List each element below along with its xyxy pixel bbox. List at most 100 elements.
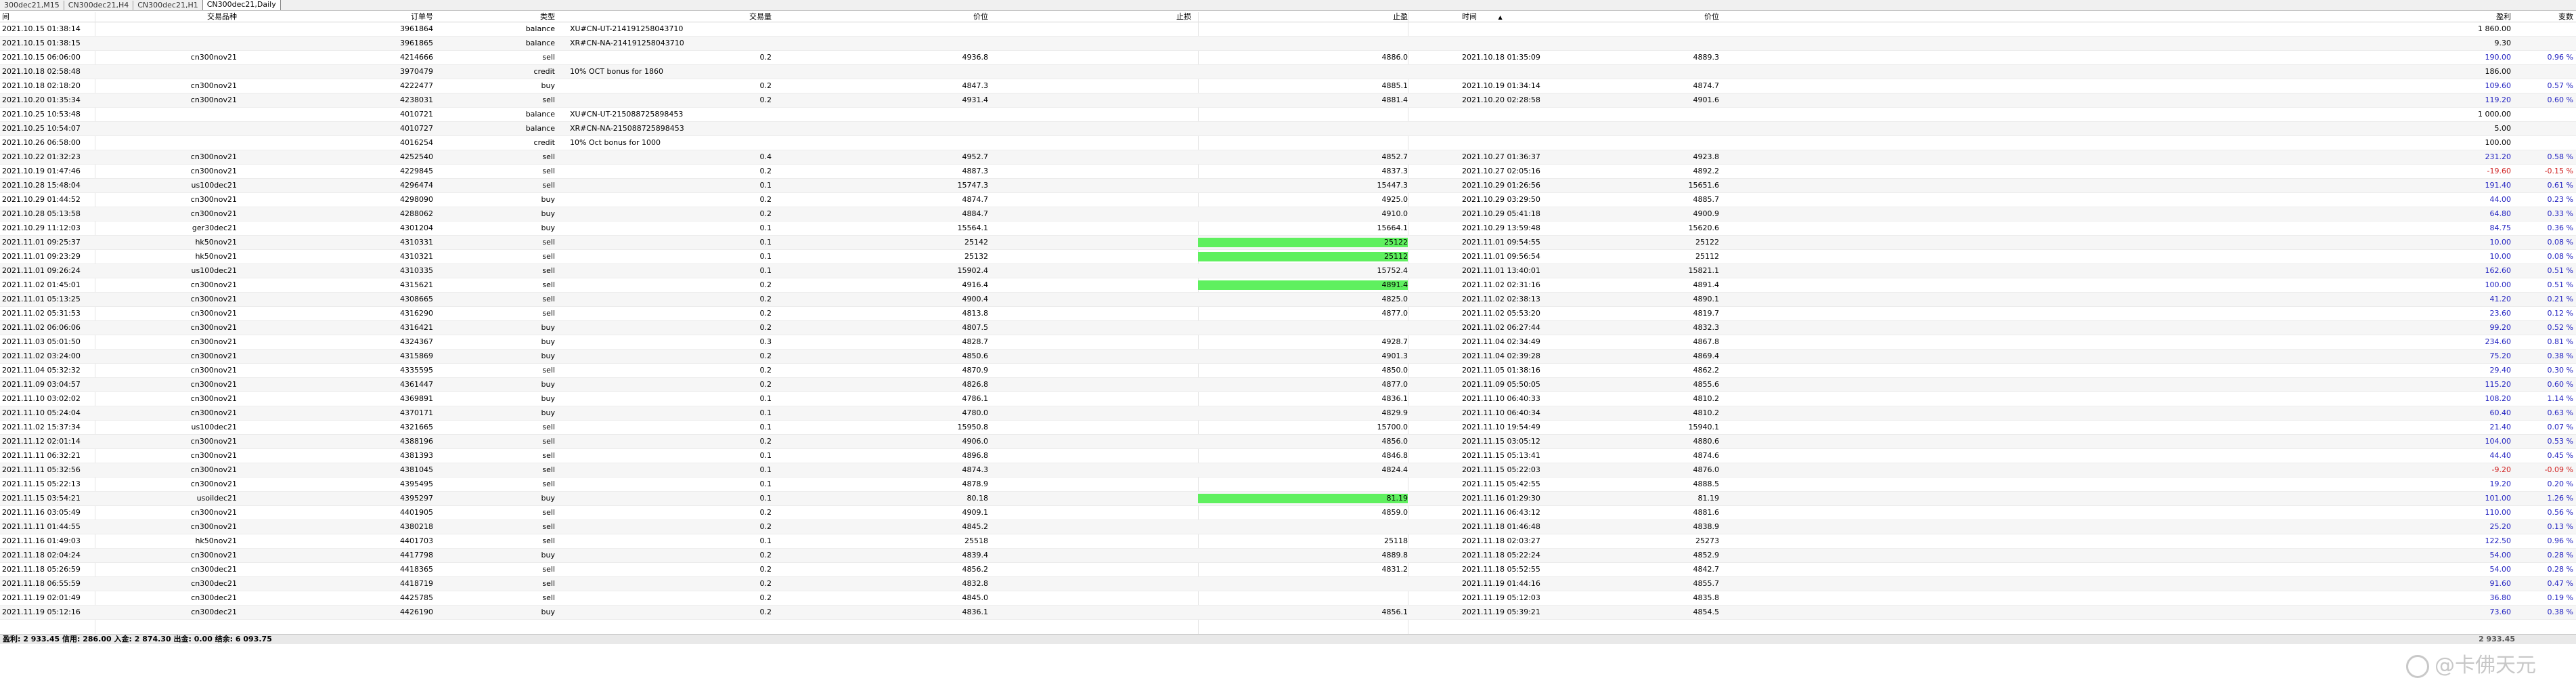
profit-cell: 44.40 (2489, 451, 2512, 460)
table-row[interactable]: 2021.10.25 10:54:07 4010727 balance XR#CN-N… (0, 122, 2576, 136)
type-cell: sell (542, 252, 555, 261)
header-profit[interactable]: 盈利 (2166, 12, 2511, 22)
tp-cell: 4885.1 (1381, 81, 1408, 90)
header-sl[interactable]: 止损 (988, 12, 1191, 22)
type-cell: buy (541, 352, 555, 360)
table-row[interactable]: 2021.11.18 06:55:59 cn300dec21 4418719 sell… (0, 577, 2576, 591)
close-price-cell: 4867.8 (1693, 337, 1720, 346)
symbol-cell: cn300nov21 (190, 437, 237, 446)
type-cell: balance (525, 124, 555, 133)
change-cell: 0.45 % (2547, 451, 2573, 460)
table-row[interactable]: 2021.10.22 01:32:23 cn300nov21 4252540 sell… (0, 150, 2576, 165)
type-cell: credit (533, 67, 555, 76)
table-row[interactable]: 2021.11.02 06:06:06 cn300nov21 4316421 buy 0… (0, 321, 2576, 335)
table-row[interactable]: 2021.11.12 02:01:14 cn300nov21 4388196 sell… (0, 435, 2576, 449)
type-cell: sell (542, 423, 555, 431)
price-cell: 4850.6 (962, 352, 989, 360)
sl-cell (988, 209, 1191, 219)
profit-cell: 109.60 (2485, 81, 2512, 90)
table-row[interactable]: 2021.10.15 06:06:00 cn300nov21 4214666 sell… (0, 51, 2576, 65)
close-price-cell: 4855.6 (1693, 380, 1720, 389)
profit-cell: 44.00 (2489, 195, 2512, 204)
table-row[interactable]: 2021.11.02 01:45:01 cn300nov21 4315621 sell… (0, 278, 2576, 293)
close-price-cell: 4810.2 (1693, 408, 1720, 417)
table-row[interactable]: 2021.11.01 09:26:24 us100dec21 4310335 sell… (0, 264, 2576, 278)
sl-cell (988, 394, 1191, 404)
table-row[interactable]: 2021.11.01 09:25:37 hk50nov21 4310331 sell 0… (0, 236, 2576, 250)
change-cell: 0.58 % (2547, 152, 2573, 161)
table-row[interactable]: 2021.11.10 03:02:02 cn300nov21 4369891 buy 0… (0, 392, 2576, 406)
table-row[interactable]: 2021.10.25 10:53:48 4010721 balance XU#CN-U… (0, 108, 2576, 122)
ticket-cell: 4310321 (400, 252, 433, 261)
symbol-cell: cn300nov21 (190, 408, 237, 417)
header-tp[interactable]: 止盈 (1191, 12, 1408, 22)
table-row[interactable]: 2021.10.29 11:12:03 ger30dec21 4301204 buy 0… (0, 221, 2576, 236)
table-row[interactable]: 2021.10.15 01:38:14 3961864 balance XU#CN-U… (0, 22, 2576, 37)
table-row[interactable]: 2021.11.11 05:32:56 cn300nov21 4381045 sell… (0, 463, 2576, 478)
chart-tab[interactable]: CN300dec21,H1 (133, 1, 202, 10)
table-row[interactable]: 2021.11.15 03:54:21 usoildec21 4395297 buy 0… (0, 492, 2576, 506)
table-row[interactable]: 2021.10.28 05:13:58 cn300nov21 4288062 buy 0… (0, 207, 2576, 221)
header-ticket[interactable]: 订单号 (291, 12, 433, 22)
tp-cell (1198, 480, 1408, 489)
type-cell: sell (542, 181, 555, 190)
header-close-price[interactable]: 价位 (1611, 12, 1719, 22)
table-row[interactable]: 2021.11.18 02:04:24 cn300nov21 4417798 buy 0… (0, 549, 2576, 563)
table-row[interactable]: 2021.10.26 06:58:00 4016254 credit 10% Oct … (0, 136, 2576, 150)
table-row[interactable]: 2021.11.02 03:24:00 cn300nov21 4315869 buy 0… (0, 349, 2576, 364)
table-row[interactable]: 2021.10.18 02:18:20 cn300nov21 4222477 buy 0… (0, 79, 2576, 93)
header-change[interactable]: 变数 (2511, 12, 2573, 22)
table-row[interactable]: 2021.10.19 01:47:46 cn300nov21 4229845 sell… (0, 165, 2576, 179)
type-cell: balance (525, 39, 555, 47)
table-row[interactable]: 2021.11.01 05:13:25 cn300nov21 4308665 sell… (0, 293, 2576, 307)
header-symbol[interactable]: 交易品种 (95, 12, 237, 22)
chart-tab[interactable]: CN300dec21,Daily (202, 0, 281, 10)
table-row[interactable]: 2021.11.15 05:22:13 cn300nov21 4395495 sell… (0, 478, 2576, 492)
table-row[interactable]: 2021.11.01 09:23:29 hk50nov21 4310321 sell 0… (0, 250, 2576, 264)
table-row[interactable]: 2021.11.03 05:01:50 cn300nov21 4324367 buy 0… (0, 335, 2576, 349)
table-row[interactable]: 2021.11.19 05:12:16 cn300dec21 4426190 buy 0… (0, 606, 2576, 620)
table-row[interactable]: 2021.11.11 06:32:21 cn300nov21 4381393 sell… (0, 449, 2576, 463)
table-row[interactable]: 2021.11.10 05:24:04 cn300nov21 4370171 buy 0… (0, 406, 2576, 421)
table-row[interactable]: 2021.11.04 05:32:32 cn300nov21 4335595 sell… (0, 364, 2576, 378)
table-row[interactable]: 2021.10.15 01:38:15 3961865 balance XR#CN-N… (0, 37, 2576, 51)
table-row[interactable]: 2021.11.11 01:44:55 cn300nov21 4380218 sell… (0, 520, 2576, 534)
price-cell: 4847.3 (962, 81, 989, 90)
volume-cell: 0.1 (759, 451, 772, 460)
table-row[interactable]: 2021.11.02 05:31:53 cn300nov21 4316290 sell… (0, 307, 2576, 321)
table-row[interactable]: 2021.11.19 02:01:49 cn300dec21 4425785 sell… (0, 591, 2576, 606)
table-row[interactable]: 2021.11.09 03:04:57 cn300nov21 4361447 buy 0… (0, 378, 2576, 392)
open-time-cell: 2021.11.02 03:24:00 (2, 352, 81, 360)
table-row[interactable]: 2021.10.29 01:44:52 cn300nov21 4298090 buy 0… (0, 193, 2576, 207)
table-row[interactable]: 2021.10.20 01:35:34 cn300nov21 4238031 sell… (0, 93, 2576, 108)
tp-cell: 4886.0 (1381, 53, 1408, 62)
header-volume[interactable]: 交易量 (569, 12, 772, 22)
header-close-time[interactable]: 时间 ▲ (1462, 12, 1543, 22)
ticket-cell: 4361447 (400, 380, 433, 389)
symbol-cell: us100dec21 (191, 423, 238, 431)
table-row[interactable]: 2021.10.28 15:48:04 us100dec21 4296474 sell… (0, 179, 2576, 193)
header-price[interactable]: 价位 (772, 12, 988, 22)
table-row[interactable]: 2021.10.18 02:58:48 3970479 credit 10% OCT … (0, 65, 2576, 79)
header-open-time[interactable]: 间 (2, 12, 83, 22)
open-time-cell: 2021.11.02 15:37:34 (2, 423, 81, 431)
tp-cell (1198, 67, 1408, 77)
table-row[interactable]: 2021.11.18 05:26:59 cn300dec21 4418365 sell… (0, 563, 2576, 577)
close-price-cell: 25273 (1695, 536, 1719, 545)
sl-cell (988, 295, 1191, 304)
volume-cell: 0.1 (759, 224, 772, 232)
close-time-cell: 2021.11.18 02:03:27 (1462, 536, 1540, 545)
header-type[interactable]: 类型 (433, 12, 555, 22)
profit-cell: 25.20 (2489, 522, 2512, 531)
chart-tab[interactable]: 300dec21,M15 (0, 1, 64, 10)
close-time-cell: 2021.11.19 01:44:16 (1462, 579, 1540, 588)
table-row[interactable]: 2021.11.16 01:49:03 hk50nov21 4401703 sell 0… (0, 534, 2576, 549)
tp-cell: 4829.9 (1381, 408, 1408, 417)
table-row[interactable]: 2021.11.02 15:37:34 us100dec21 4321665 sell… (0, 421, 2576, 435)
chart-tab[interactable]: CN300dec21,H4 (63, 1, 133, 10)
type-cell: sell (542, 593, 555, 602)
symbol-cell: cn300nov21 (190, 366, 237, 375)
price-cell: 4887.3 (962, 167, 989, 175)
open-time-cell: 2021.11.19 02:01:49 (2, 593, 81, 602)
table-row[interactable]: 2021.11.16 03:05:49 cn300nov21 4401905 sell… (0, 506, 2576, 520)
